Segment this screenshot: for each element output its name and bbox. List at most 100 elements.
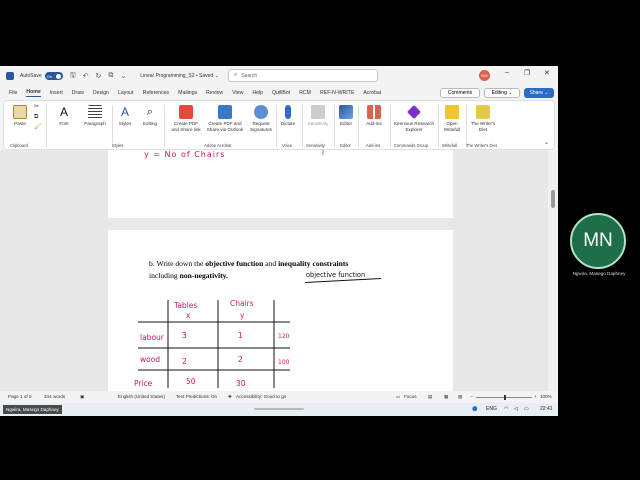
customize-icon[interactable]: ⌄	[120, 72, 126, 80]
col-var-x: x	[186, 311, 191, 320]
tab-review[interactable]: Review	[206, 90, 223, 96]
open-writefull-button[interactable]: Open Writefull	[440, 105, 464, 132]
editing-button[interactable]: ⌕ Editing	[140, 105, 160, 127]
participant-avatar[interactable]: MN	[570, 213, 626, 269]
restore-button[interactable]: ❐	[524, 69, 530, 77]
addins-label: Add-ins	[366, 121, 382, 126]
open-writefull-label: Open Writefull	[443, 121, 461, 132]
create-pdf-share-button[interactable]: Create PDF and Share link	[170, 105, 202, 132]
ribbon-collapse-icon[interactable]: ⌄	[544, 140, 549, 147]
accessibility-status[interactable]: Accessibility: Good to go	[236, 394, 286, 399]
lang-indicator[interactable]: ENG	[486, 406, 497, 412]
editor-pen-icon	[339, 105, 353, 119]
tab-help[interactable]: Help	[252, 90, 263, 96]
cell-labour-tables: 3	[182, 331, 187, 340]
request-signatures-button[interactable]: Request Signatures	[248, 105, 274, 132]
cell-price-tables: 50	[186, 377, 196, 386]
keenious-icon	[407, 105, 421, 119]
tab-draw[interactable]: Draw	[72, 90, 84, 96]
share-button[interactable]: Share ⌄	[524, 88, 554, 98]
divider	[112, 105, 113, 147]
zoom-level[interactable]: 100%	[540, 394, 552, 399]
tab-layout[interactable]: Layout	[118, 90, 134, 96]
wifi-icon[interactable]: ◠	[504, 406, 508, 412]
paragraph-button[interactable]: Paragraph	[82, 105, 108, 127]
divider	[334, 105, 335, 147]
clock[interactable]: 22:41	[540, 406, 553, 412]
tab-acrobat[interactable]: Acrobat	[363, 90, 381, 96]
tab-home[interactable]: Home	[26, 89, 41, 97]
text-predictions[interactable]: Text Predictions: On	[176, 394, 217, 399]
close-button[interactable]: ✕	[544, 69, 550, 77]
cell-price-chairs: 30	[236, 379, 246, 388]
zoom-out-icon[interactable]: −	[470, 394, 473, 399]
vertical-scrollbar[interactable]	[548, 150, 558, 391]
save-icon[interactable]: 🖫	[70, 71, 76, 82]
minimize-button[interactable]: –	[505, 69, 509, 76]
addins-button[interactable]: Add-ins	[362, 105, 386, 127]
document-page[interactable]: y = No of Chairs I	[108, 150, 453, 218]
ribbon: Paste ✂ ⧉ 🖌 Clipboard A Font Paragraph A…	[3, 100, 555, 150]
scroll-thumb[interactable]	[551, 190, 555, 208]
editor-button[interactable]: Editor	[336, 105, 356, 127]
proofing-icon[interactable]: ▣	[80, 394, 84, 400]
col-var-y: y	[240, 311, 245, 320]
zoom-knob[interactable]	[504, 395, 506, 400]
sensitivity-label: Sensitivity	[307, 121, 329, 126]
comments-label: Comments	[447, 90, 473, 96]
meeting-icon[interactable]: ⬤	[472, 406, 478, 412]
search-input[interactable]: ⌕ Search	[228, 69, 378, 82]
language[interactable]: English (United States)	[118, 394, 165, 399]
user-avatar[interactable]: NM	[479, 70, 490, 81]
undo-icon[interactable]: ↶	[83, 72, 89, 80]
document-page[interactable]: b. Write down the objective function and…	[108, 230, 453, 400]
zoom-slider[interactable]	[476, 395, 532, 400]
group-label-editor: Editor	[340, 143, 351, 148]
tab-mailings[interactable]: Mailings	[178, 90, 197, 96]
row-label-price: Price	[134, 379, 153, 388]
paragraph-icon	[88, 105, 102, 119]
tab-quillbot[interactable]: QuillBot	[272, 90, 290, 96]
quick-access-icon[interactable]: ⧉	[108, 72, 113, 80]
format-painter-icon[interactable]: 🖌	[34, 124, 42, 131]
comments-button[interactable]: Comments	[440, 88, 480, 98]
cut-icon[interactable]: ✂	[34, 104, 39, 111]
battery-icon[interactable]: ▭	[524, 406, 529, 412]
redo-icon[interactable]: ↻	[96, 72, 102, 80]
tab-design[interactable]: Design	[93, 90, 109, 96]
sensitivity-button[interactable]: Sensitivity	[304, 105, 332, 127]
editing-mode-button[interactable]: Editing ⌄	[484, 88, 520, 98]
dictate-button[interactable]: Dictate	[278, 105, 298, 127]
read-mode-icon[interactable]: ▤	[428, 394, 432, 400]
tab-ref-n-write[interactable]: REF-N-WRITE	[320, 90, 354, 96]
writers-diet-label: The Writer's Diet	[470, 121, 496, 132]
focus-icon: ▭	[396, 394, 401, 399]
tab-view[interactable]: View	[232, 90, 243, 96]
tab-insert[interactable]: Insert	[50, 90, 63, 96]
font-button[interactable]: A Font	[54, 105, 74, 127]
divider	[390, 105, 391, 147]
autosave-toggle[interactable]: On	[44, 72, 63, 80]
tab-references[interactable]: References	[143, 90, 170, 96]
signature-icon	[254, 105, 268, 119]
paste-button[interactable]: Paste	[10, 105, 30, 127]
web-layout-icon[interactable]: ▧	[458, 394, 462, 400]
zoom-in-icon[interactable]: +	[534, 394, 537, 399]
volume-icon[interactable]: ◁	[514, 406, 518, 412]
group-label-adobe: Adobe Acrobat	[204, 143, 232, 148]
tab-rcm[interactable]: RCM	[299, 90, 311, 96]
text-cursor-icon: I	[322, 150, 324, 157]
search-icon: ⌕	[234, 72, 238, 78]
document-title[interactable]: Linear Programming_S2 • Saved ⌄	[140, 73, 218, 79]
focus-button[interactable]: Focus	[404, 394, 417, 399]
writers-diet-button[interactable]: The Writer's Diet	[468, 105, 498, 132]
word-count[interactable]: 344 words	[44, 394, 65, 399]
tab-file[interactable]: File	[9, 90, 17, 96]
print-layout-icon[interactable]: ▦	[444, 394, 448, 400]
participant-name: Ngwira, Masego Daphney	[572, 271, 626, 276]
styles-button[interactable]: A Styles	[116, 105, 134, 127]
copy-icon[interactable]: ⧉	[34, 114, 38, 121]
page-count[interactable]: Page 1 of 5	[8, 394, 32, 399]
create-pdf-outlook-button[interactable]: Create PDF and Share via Outlook	[204, 105, 246, 132]
keenious-button[interactable]: Keenious Research Explorer	[392, 105, 436, 132]
